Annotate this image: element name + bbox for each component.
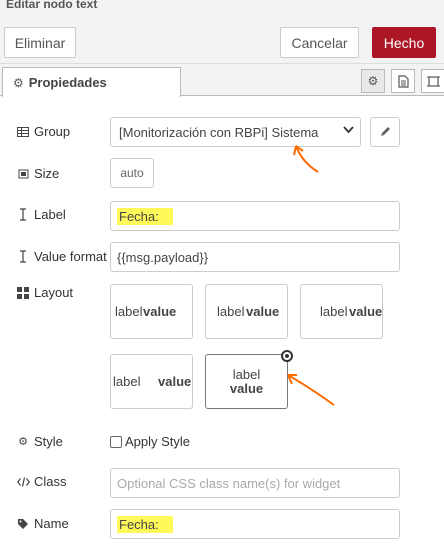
label-input[interactable]: Fecha: (110, 201, 400, 231)
layout-option-value: value (158, 374, 192, 389)
annotation-arrow-group (293, 145, 319, 173)
tab-description[interactable] (391, 69, 415, 93)
style-label: ⚙ Style (16, 434, 63, 449)
apply-style-label[interactable]: Apply Style (125, 434, 190, 449)
layout-option-value: value (229, 381, 264, 396)
layout-option-label: label (113, 374, 141, 389)
tab-appearance[interactable] (421, 69, 444, 93)
delete-button[interactable]: Eliminar (4, 27, 76, 58)
gear-icon: ⚙ (13, 75, 24, 90)
name-input[interactable]: Fecha: (110, 509, 400, 539)
dialog-titlebar: Editar nodo text (0, 0, 444, 14)
layout-option-label: label (115, 304, 143, 319)
class-input-placeholder: Optional CSS class name(s) for widget (117, 475, 341, 491)
label-label-text: Label (34, 207, 66, 222)
layout-option-label: label (217, 304, 245, 319)
group-select-value: [Monitorización con RBPi] Sistema (119, 124, 319, 140)
frame-icon (16, 168, 30, 180)
tab-properties-label: Propiedades (28, 75, 107, 90)
text-cursor-icon (16, 250, 30, 263)
layout-option-stacked[interactable]: label value (205, 354, 288, 409)
layout-selected-indicator (281, 350, 293, 362)
class-input[interactable]: Optional CSS class name(s) for widget (110, 468, 400, 498)
layout-option-value: value (143, 304, 177, 319)
layout-option-value: value (246, 304, 280, 319)
layout-option-label: label (320, 304, 348, 319)
apply-style-checkbox[interactable] (110, 436, 122, 448)
layout-label-text: Layout (34, 285, 74, 300)
dialog-toolbar: Eliminar Cancelar Hecho (0, 14, 444, 64)
value-format-input[interactable]: {{msg.payload}} (110, 242, 400, 272)
layout-option-row-spread[interactable]: label value (110, 354, 193, 409)
label-label: Label (16, 207, 66, 222)
layout-option-value: value (349, 304, 383, 319)
group-label-text: Group (34, 124, 71, 139)
dialog-title: Editar nodo text (6, 0, 98, 11)
chevron-down-icon (343, 125, 354, 137)
class-label: Class (16, 474, 67, 489)
label-input-value: Fecha: (117, 207, 173, 225)
code-icon (16, 476, 30, 487)
class-label-text: Class (34, 474, 67, 489)
layout-option-label: label (232, 367, 261, 382)
value-format-input-value: {{msg.payload}} (117, 249, 209, 265)
layout-option-row-left[interactable]: label value (110, 284, 193, 339)
size-label-text: Size (34, 166, 60, 181)
value-format-label: Value format (16, 249, 107, 264)
edit-group-button[interactable] (370, 117, 400, 147)
value-format-label-text: Value format (34, 249, 107, 264)
text-cursor-icon (16, 208, 30, 221)
gear-icon: ⚙ (367, 74, 379, 88)
done-button[interactable]: Hecho (372, 27, 436, 58)
layout-label: Layout (16, 285, 73, 300)
tab-settings[interactable]: ⚙ (361, 69, 385, 93)
size-label: Size (16, 166, 59, 181)
grid-icon (16, 286, 30, 299)
table-icon (16, 126, 30, 137)
group-label: Group (16, 124, 70, 139)
style-label-text: Style (34, 434, 63, 449)
cancel-button[interactable]: Cancelar (280, 27, 359, 58)
tag-icon (16, 518, 30, 530)
pencil-icon (381, 127, 390, 136)
name-label-text: Name (34, 516, 69, 531)
tab-bar: ⚙ Propiedades ⚙ (0, 64, 444, 97)
name-input-value: Fecha: (117, 515, 173, 533)
frame-icon (426, 75, 440, 87)
name-label: Name (16, 516, 69, 531)
gear-icon: ⚙ (18, 436, 28, 448)
size-picker-button[interactable]: auto (110, 158, 154, 188)
tab-properties[interactable]: ⚙ Propiedades (2, 67, 181, 97)
layout-option-row-right[interactable]: label value (300, 284, 383, 339)
annotation-arrow-layout (287, 374, 335, 406)
file-icon (397, 74, 409, 88)
layout-option-row-center[interactable]: label value (205, 284, 288, 339)
